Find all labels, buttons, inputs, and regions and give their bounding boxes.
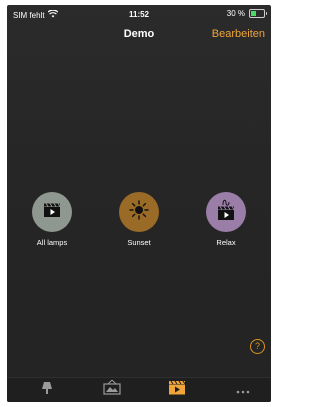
- sun-icon: [129, 199, 149, 225]
- scene-button-sunset[interactable]: [119, 192, 159, 232]
- scene-label: Sunset: [127, 238, 151, 247]
- battery-icon: [249, 9, 267, 18]
- lamp-icon: [41, 381, 53, 400]
- tab-more[interactable]: [233, 382, 253, 398]
- picture-frame-icon: [103, 379, 121, 400]
- clapperboard-icon: [43, 202, 61, 223]
- tab-pictures[interactable]: [102, 379, 122, 400]
- edit-button[interactable]: Bearbeiten: [212, 28, 265, 40]
- status-bar: SIM fehlt 11:52 30 %: [7, 5, 271, 23]
- scene-label: All lamps: [36, 238, 68, 247]
- help-button[interactable]: ?: [250, 339, 265, 354]
- scene-all-lamps[interactable]: All lamps: [19, 192, 85, 247]
- scene-sunset[interactable]: Sunset: [106, 192, 172, 247]
- question-mark-icon: ?: [254, 341, 260, 351]
- clapperboard-icon: [168, 380, 186, 400]
- navigation-bar: Demo Bearbeiten: [7, 23, 271, 49]
- scene-relax[interactable]: Relax: [193, 192, 259, 247]
- tab-bar: [7, 377, 271, 402]
- scene-button-relax[interactable]: [206, 192, 246, 232]
- battery-percentage: 30 %: [226, 9, 245, 18]
- tab-scenes[interactable]: [167, 380, 187, 400]
- tab-lamps[interactable]: [37, 381, 57, 400]
- clapperboard-icon: [217, 199, 235, 226]
- battery-level: [251, 11, 256, 16]
- status-battery-group: 30 %: [226, 9, 267, 18]
- more-dots-icon: [236, 381, 250, 399]
- scene-label: Relax: [216, 238, 236, 247]
- app-screen: SIM fehlt 11:52 30 % Demo Bearbeiten All…: [7, 5, 271, 402]
- scene-button-all-lamps[interactable]: [32, 192, 72, 232]
